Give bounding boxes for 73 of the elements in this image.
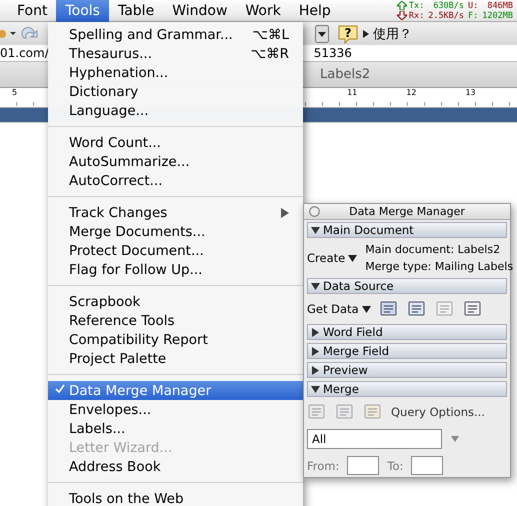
popup-arrow-icon (348, 254, 358, 262)
merge-info-text: Merge type: Mailing Labels (365, 260, 514, 273)
more-arrow-icon[interactable] (363, 30, 369, 38)
menu-item[interactable]: Tools on the Web (48, 489, 303, 506)
help-search-text: 使用？ (373, 26, 412, 42)
collapsed-triangle-icon (311, 346, 320, 356)
download-rate: 2.5KB/s (428, 10, 464, 20)
used-memory: 846MB (486, 0, 513, 10)
expanded-triangle-icon (311, 226, 320, 234)
section-header[interactable]: Merge Field (307, 343, 507, 359)
menu-item[interactable]: Compatibility Report (48, 330, 303, 349)
get-data-popup-button[interactable]: Get Data (307, 302, 371, 316)
free-label: F: (468, 10, 478, 20)
section-header[interactable]: Data Source (307, 278, 507, 294)
menu-item[interactable]: Language... (48, 101, 303, 120)
down-arrow-icon (396, 11, 407, 20)
download-label: Rx: (396, 10, 424, 20)
menu-title[interactable]: Help (290, 0, 340, 22)
menu-title[interactable]: Font (8, 0, 56, 22)
section-header[interactable]: Word Field (307, 324, 507, 340)
menu-item[interactable]: Labels... (48, 419, 303, 438)
help-icon[interactable]: ? (337, 22, 359, 44)
ruler-number: 12 (406, 88, 416, 97)
merge-info-text: Main document: Labels2 (365, 243, 502, 256)
close-icon[interactable] (309, 206, 320, 217)
query-options-button[interactable]: Query Options... (391, 405, 485, 419)
upload-rate: 630B/s (432, 0, 464, 10)
menu-item[interactable]: Envelopes... (48, 400, 303, 419)
expanded-triangle-icon (311, 384, 320, 394)
used-label: U: (468, 0, 478, 10)
document-tab[interactable]: Labels2 (320, 67, 370, 82)
submenu-arrow-icon (281, 208, 289, 218)
ruler-number: 11 (347, 88, 358, 97)
menu-item[interactable]: Dictionary (48, 82, 303, 101)
from-label: From: (307, 458, 340, 472)
collapsed-triangle-icon (311, 366, 320, 374)
section-header[interactable]: Merge (307, 381, 507, 397)
menu-item[interactable]: Thesaurus... ⌥⌘R (48, 44, 303, 63)
from-field[interactable] (347, 456, 380, 475)
up-arrow-icon (396, 1, 407, 10)
menu-title[interactable]: Tools (56, 0, 109, 22)
menu-item[interactable]: Spelling and Grammar... ⌥⌘L (48, 25, 303, 44)
ruler-number: 13 (465, 88, 476, 97)
url-text: 51336 (314, 46, 352, 60)
menu-item[interactable]: AutoSummarize... (48, 152, 303, 171)
menu-item[interactable]: Address Book (48, 457, 303, 476)
menu-item[interactable]: Project Palette (48, 349, 303, 368)
menu-title[interactable]: Window (163, 0, 236, 22)
menu-item[interactable]: Word Count... (48, 133, 303, 152)
menu-item[interactable]: Data Merge Manager (48, 381, 303, 400)
free-memory: 1202MB (482, 10, 513, 20)
menu-item[interactable]: Flag for Follow Up... (48, 260, 303, 279)
section-header[interactable]: Preview (307, 362, 507, 378)
menu-item[interactable]: Merge Documents... (48, 222, 303, 241)
menu-item[interactable]: Hyphenation... (48, 63, 303, 82)
create-popup-button[interactable]: Create (307, 251, 358, 265)
to-label: To: (387, 458, 404, 472)
menu-item[interactable]: Track Changes (48, 203, 303, 222)
url-text: 01.com/ (0, 46, 49, 60)
menu-item[interactable]: Scrapbook (48, 292, 303, 311)
popup-arrow-icon (362, 304, 371, 314)
ruler-number: 5 (12, 88, 18, 97)
palette-title: Data Merge Manager (304, 204, 510, 220)
menu-item[interactable]: Reference Tools (48, 311, 303, 330)
upload-label: Tx: (396, 0, 424, 10)
menu-item[interactable]: Protect Document... (48, 241, 303, 260)
to-field[interactable] (411, 456, 444, 475)
menu-item[interactable]: AutoCorrect... (48, 171, 303, 190)
collapsed-triangle-icon (311, 328, 320, 336)
expanded-triangle-icon (311, 282, 320, 290)
menu-title[interactable]: Work (236, 0, 290, 22)
menu-title[interactable]: Table (108, 0, 164, 22)
section-header[interactable]: Main Document (307, 222, 507, 238)
